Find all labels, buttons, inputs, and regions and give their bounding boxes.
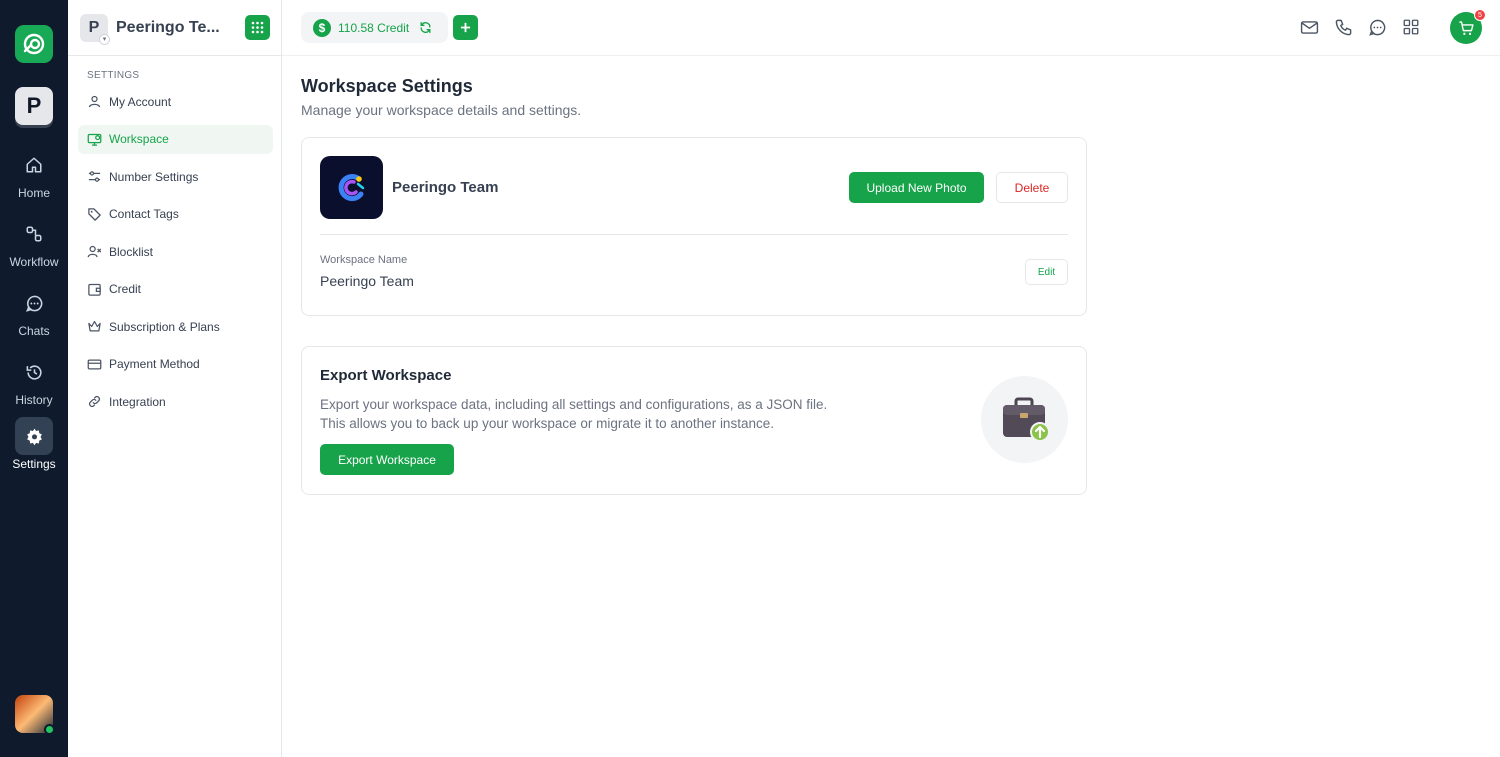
- sidebar-item-workspace[interactable]: Workspace: [78, 124, 273, 154]
- chevron-down-icon: ▾: [99, 34, 110, 45]
- link-icon: [89, 396, 100, 407]
- rail-item-history[interactable]: History: [0, 353, 68, 407]
- gear-icon: [26, 428, 42, 445]
- rail-item-label: Workflow: [9, 255, 59, 269]
- rail-item-chats[interactable]: Chats: [0, 284, 68, 338]
- dialpad-icon: [251, 21, 264, 34]
- export-description: Export your workspace data, including al…: [320, 395, 860, 433]
- edit-workspace-name-button[interactable]: Edit: [1025, 259, 1068, 285]
- settings-nav: My Account Workspace Number Settings Con…: [78, 87, 273, 425]
- app-rail: P Home Workflow Chats History Settings: [0, 0, 68, 757]
- rail-item-settings[interactable]: Settings: [0, 417, 68, 471]
- apps-button[interactable]: [1400, 16, 1422, 38]
- sidebar-item-label: Payment Method: [109, 357, 200, 371]
- sidebar-item-label: Credit: [109, 282, 142, 296]
- top-bar: $ 110.58 Credit 5: [282, 0, 1500, 56]
- sidebar-item-label: Contact Tags: [109, 207, 179, 221]
- sidebar-item-label: My Account: [109, 94, 172, 109]
- export-description-line: This allows you to back up your workspac…: [320, 416, 774, 431]
- rail-item-label: History: [15, 393, 53, 407]
- page-subtitle: Manage your workspace details and settin…: [301, 102, 582, 118]
- sidebar-item-integration[interactable]: Integration: [78, 387, 273, 416]
- mail-button[interactable]: [1298, 16, 1320, 38]
- workspace-name-value: Peeringo Team: [320, 273, 414, 289]
- chat-button[interactable]: [1366, 16, 1388, 38]
- sidebar-item-label: Integration: [109, 394, 166, 409]
- sidebar-item-payment-method[interactable]: Payment Method: [78, 350, 273, 379]
- workspace-switcher[interactable]: P: [15, 87, 53, 125]
- rail-item-label: Chats: [18, 324, 50, 338]
- user-avatar[interactable]: [15, 695, 55, 735]
- delete-photo-button[interactable]: Delete: [996, 172, 1068, 203]
- divider: [320, 234, 1068, 235]
- sidebar-item-label: Subscription & Plans: [109, 319, 220, 334]
- workspace-badge[interactable]: P ▾: [80, 14, 110, 45]
- upload-photo-button[interactable]: Upload New Photo: [849, 172, 984, 203]
- sliders-icon: [88, 171, 101, 182]
- sidebar-item-blocklist[interactable]: Blocklist: [78, 237, 273, 266]
- cart-icon: [1458, 20, 1474, 35]
- sidebar-item-contact-tags[interactable]: Contact Tags: [78, 200, 273, 229]
- brand-logo-icon: [23, 33, 45, 55]
- cart-count-badge: 5: [1474, 9, 1486, 21]
- rail-item-label: Settings: [12, 457, 56, 471]
- briefcase-icon: [1002, 397, 1050, 442]
- chat-icon: [25, 295, 42, 312]
- workspace-profile-card: Peeringo Team Upload New Photo Delete Wo…: [301, 137, 1087, 316]
- sidebar-item-label: Number Settings: [109, 169, 199, 184]
- phone-button[interactable]: [1332, 16, 1354, 38]
- sidebar-item-label: Workspace: [109, 132, 169, 146]
- history-icon: [26, 364, 42, 380]
- export-description-line: Export your workspace data, including al…: [320, 397, 828, 412]
- phone-icon: [1335, 19, 1351, 35]
- page-title: Workspace Settings: [301, 76, 473, 96]
- workspace-name-label: Workspace Name: [320, 254, 408, 266]
- workspace-title: Peeringo Team: [392, 179, 499, 196]
- workspace-icon: [87, 133, 102, 146]
- app-logo[interactable]: [15, 25, 53, 63]
- sidebar-item-credit[interactable]: Credit: [78, 275, 273, 304]
- dollar-coin-icon: $: [313, 18, 331, 37]
- settings-sidebar: P ▾ Peeringo Te... SETTINGS My Account W…: [68, 0, 282, 757]
- sidebar-item-my-account[interactable]: My Account: [78, 87, 273, 116]
- wallet-icon: [88, 283, 101, 296]
- dialpad-button[interactable]: [245, 15, 270, 40]
- workspace-logo-icon: [338, 173, 364, 201]
- rail-item-home[interactable]: Home: [0, 146, 68, 200]
- sidebar-header: P ▾ Peeringo Te...: [68, 0, 281, 56]
- crown-icon: [88, 320, 101, 332]
- export-workspace-card: Export Workspace Export your workspace d…: [301, 346, 1087, 495]
- workflow-icon: [26, 226, 42, 242]
- plus-icon: [460, 22, 471, 33]
- rail-item-label: Home: [17, 186, 50, 200]
- chat-icon: [1368, 19, 1385, 36]
- apps-grid-icon: [1403, 19, 1419, 35]
- user-block-icon: [87, 245, 102, 258]
- user-icon: [88, 95, 101, 108]
- export-workspace-button[interactable]: Export Workspace: [320, 444, 454, 475]
- export-title: Export Workspace: [320, 367, 452, 384]
- workspace-name[interactable]: Peeringo Te...: [116, 19, 220, 37]
- mail-icon: [1300, 20, 1318, 34]
- online-status-dot: [44, 724, 55, 735]
- credit-balance[interactable]: $ 110.58 Credit: [301, 12, 448, 43]
- workspace-initial: P: [88, 19, 100, 36]
- briefcase-upload-illustration: [981, 376, 1068, 463]
- sidebar-item-label: Blocklist: [109, 244, 154, 259]
- top-icon-group: [1298, 16, 1434, 38]
- card-icon: [87, 359, 102, 369]
- sidebar-item-number-settings[interactable]: Number Settings: [78, 162, 273, 191]
- sidebar-section-label: SETTINGS: [87, 70, 140, 81]
- refresh-icon[interactable]: [419, 21, 432, 34]
- add-credit-button[interactable]: [453, 15, 478, 40]
- rail-item-workflow[interactable]: Workflow: [0, 215, 68, 269]
- home-icon: [26, 157, 42, 173]
- sidebar-item-subscription-plans[interactable]: Subscription & Plans: [78, 312, 273, 341]
- workspace-logo: [320, 156, 383, 219]
- cart-button[interactable]: 5: [1450, 9, 1486, 44]
- tag-icon: [88, 207, 101, 221]
- credit-label: 110.58 Credit: [338, 20, 410, 35]
